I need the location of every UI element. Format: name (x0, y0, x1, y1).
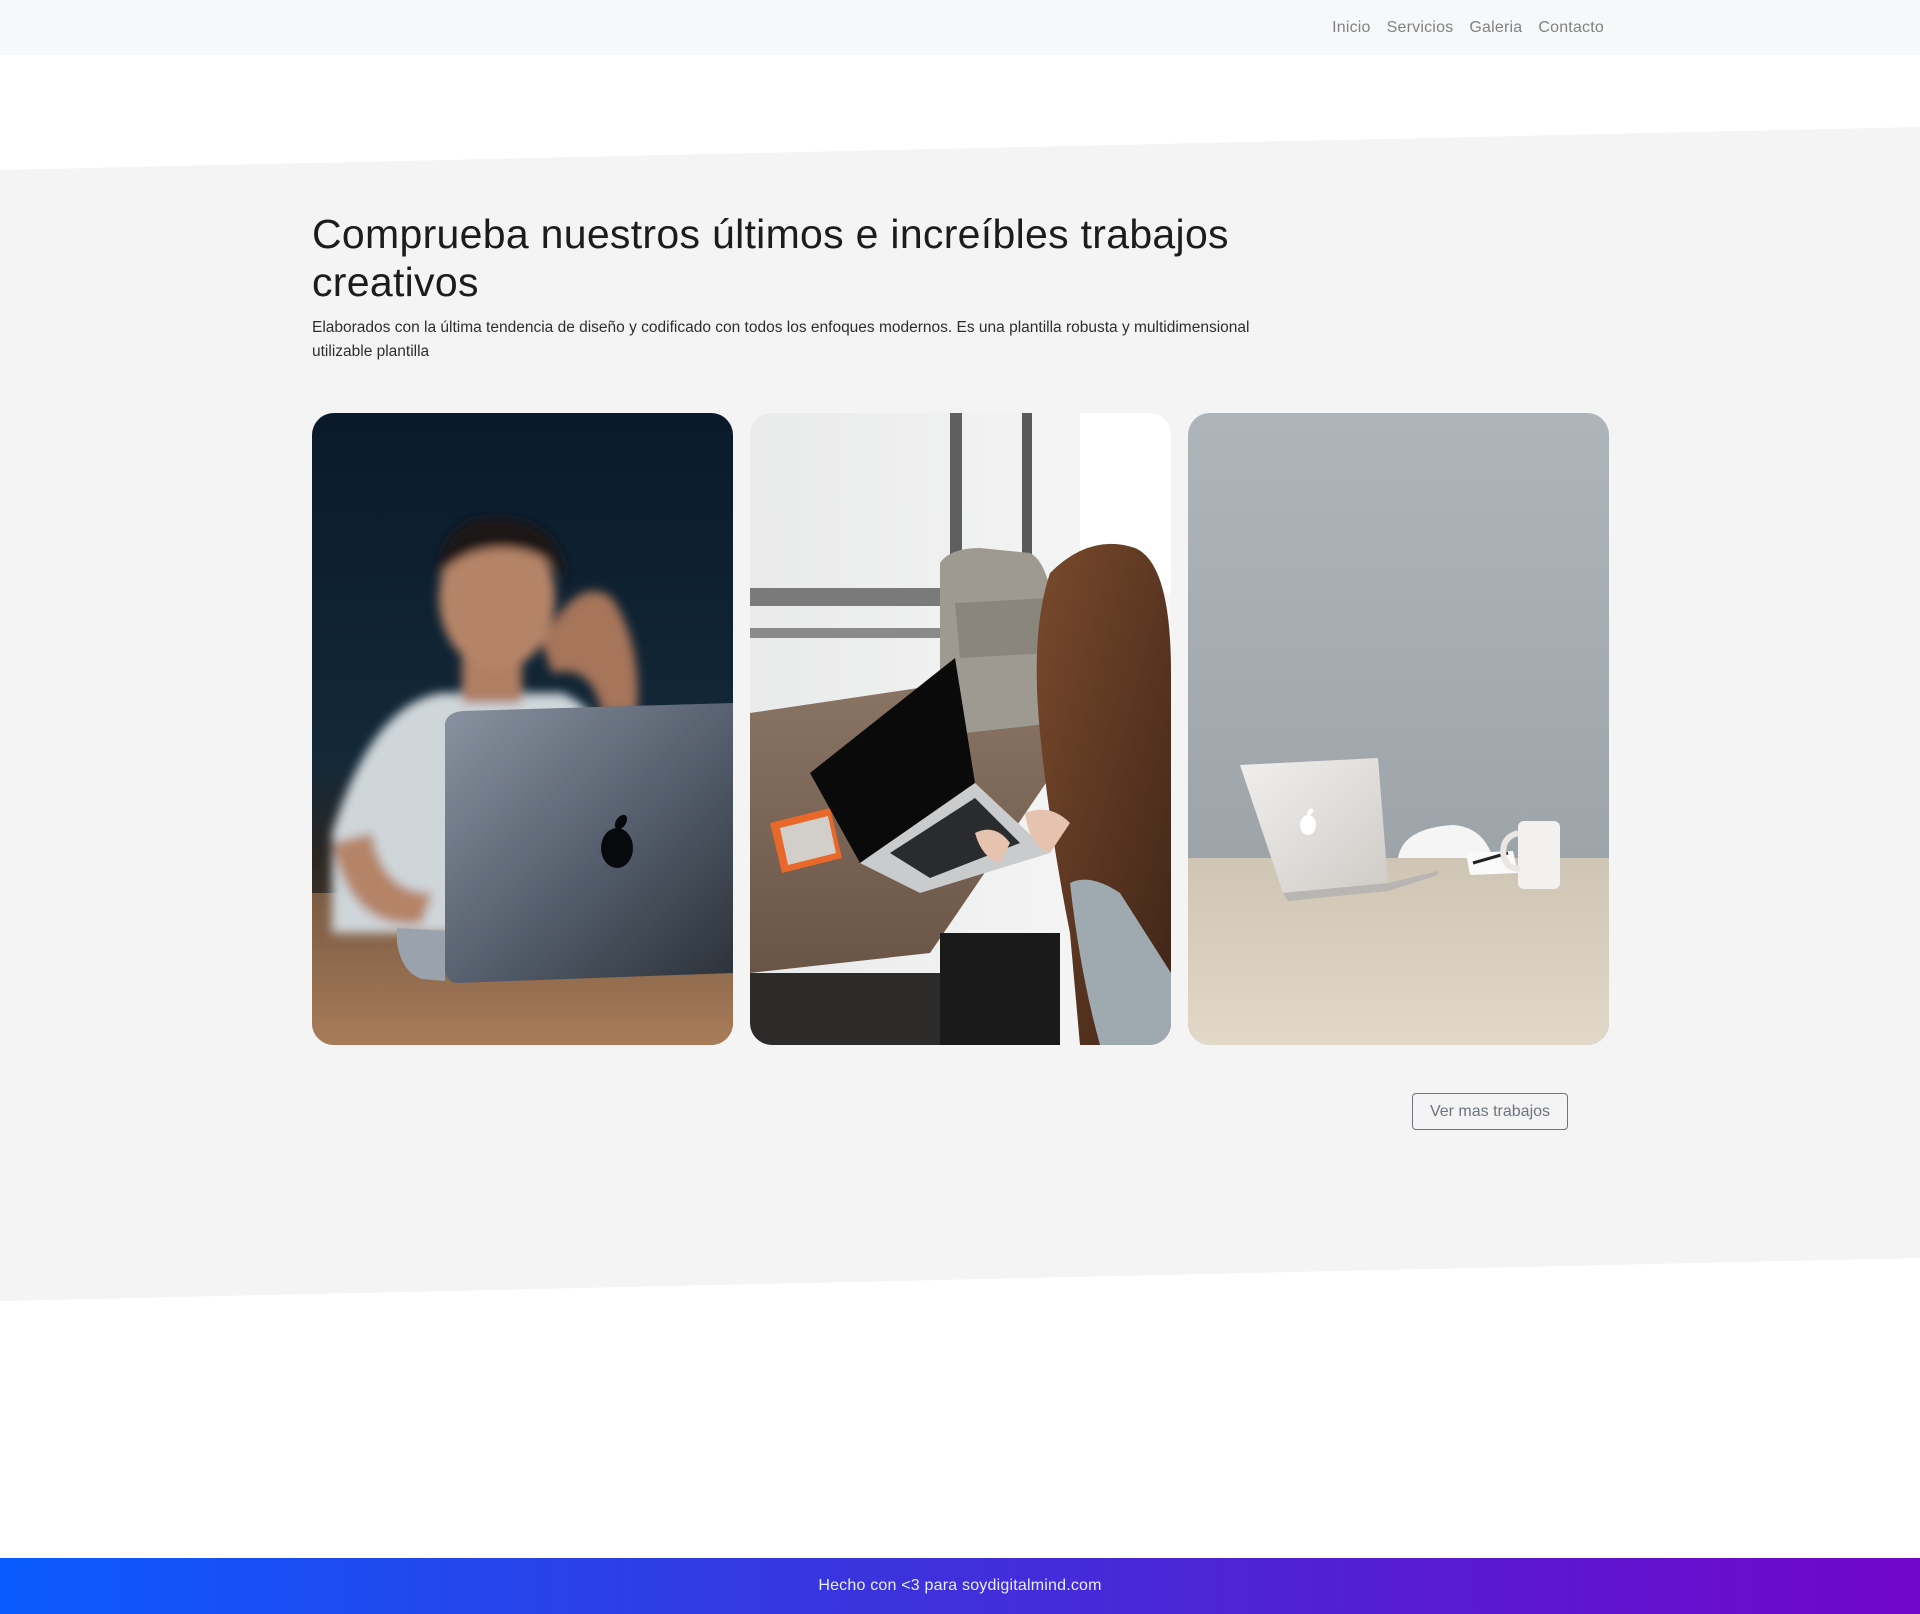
nav-link-inicio[interactable]: Inicio (1332, 19, 1371, 37)
gallery-card-2[interactable] (750, 413, 1171, 1045)
gallery-card-3[interactable] (1188, 413, 1609, 1045)
navbar: Inicio Servicios Galeria Contacto (0, 0, 1920, 55)
gallery-heading: Comprueba nuestros últimos e increíbles … (312, 211, 1229, 305)
woman-working-at-window-image (750, 413, 1171, 1045)
nav-link-contacto[interactable]: Contacto (1538, 19, 1604, 37)
man-with-laptop-image (312, 413, 733, 1045)
gallery-subtitle: Elaborados con la última tendencia de di… (312, 319, 1250, 360)
gallery-header: Comprueba nuestros últimos e increíbles … (312, 210, 1608, 364)
gallery-card-1[interactable] (312, 413, 733, 1045)
footer: Hecho con <3 para soydigitalmind.com (0, 1558, 1920, 1614)
footer-text: Hecho con <3 para soydigitalmind.com (818, 1577, 1102, 1594)
laptop-on-table-image (1188, 413, 1609, 1045)
nav-links: Inicio Servicios Galeria Contacto (1332, 0, 1604, 55)
nav-link-servicios[interactable]: Servicios (1387, 19, 1454, 37)
more-works-button[interactable]: Ver mas trabajos (1412, 1093, 1568, 1130)
gallery-cards (312, 413, 1609, 1045)
nav-link-galeria[interactable]: Galeria (1469, 19, 1522, 37)
